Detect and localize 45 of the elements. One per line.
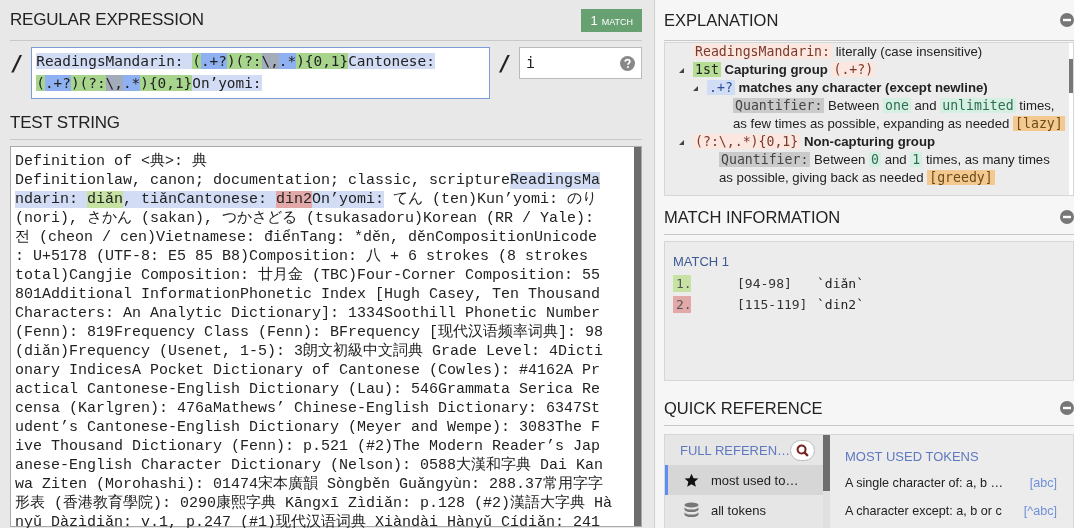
section-title: REGULAR EXPRESSION — [10, 10, 204, 30]
group-badge: 1st — [693, 62, 721, 77]
quantifier-description: Quantifier: Between 0 and 1 times, as many times as possible, giving back as needed [greedy] — [719, 151, 1051, 187]
tokens-title: MOST USED TOKENS — [845, 447, 980, 466]
token-code: [abc] — [1029, 476, 1057, 490]
explanation-title: Capturing group — [724, 62, 828, 77]
section-title: TEST STRING — [10, 113, 120, 133]
group-value: `diǎn` — [817, 276, 864, 291]
flags-field[interactable]: i — [518, 47, 642, 79]
category-item[interactable]: most used to… — [665, 465, 823, 495]
collapse-icon[interactable] — [1060, 13, 1074, 27]
group-range: [115-119] — [737, 297, 809, 312]
search-button[interactable] — [790, 439, 815, 461]
collapse-icon[interactable] — [1060, 210, 1074, 224]
delimiter: / — [497, 51, 511, 76]
delimiter: / — [10, 51, 24, 76]
section-title: MATCH INFORMATION — [664, 207, 841, 227]
quantifier-description: Quantifier: Between one and unlimited times, as few times as possible, expanding as needed [lazy] — [733, 97, 1065, 133]
token-description: A character except: a, b or c — [845, 504, 1002, 518]
group-index: 1. — [673, 275, 691, 292]
star-icon — [684, 472, 699, 488]
help-icon[interactable] — [620, 55, 635, 71]
scrollbar[interactable] — [1069, 59, 1073, 93]
regex-token: .+? — [707, 80, 735, 95]
regex-token: ReadingsMandarin: — [693, 44, 832, 59]
token-code: [^abc] — [1023, 504, 1057, 518]
scrollbar[interactable] — [823, 435, 830, 491]
match-title: MATCH 1 — [673, 254, 731, 269]
regex-field[interactable]: ReadingsMandarin: (.+?)(?:\,.*){0,1}Cantonese: (.+?)(?:\,.*){0,1}On’yomi: — [31, 47, 490, 99]
explanation-text: literally (case insensitive) — [835, 44, 983, 59]
group-value: `din2` — [817, 297, 864, 312]
explanation-title: Non-capturing group — [803, 134, 935, 149]
section-title: QUICK REFERENCE — [664, 398, 823, 418]
search-icon — [796, 443, 809, 457]
section-title: EXPLANATION — [664, 10, 779, 30]
explanation-title: matches any character (except newline) — [738, 80, 988, 95]
group-index: 2. — [673, 296, 691, 313]
token-description: A single character of: a, b … — [845, 476, 1004, 490]
match-count-badge: 1 MATCH — [581, 8, 642, 32]
regex-token: (?:\,.*){0,1} — [693, 134, 801, 149]
regex-token: (.+?) — [831, 62, 876, 77]
group-range: [94-98] — [737, 276, 793, 291]
database-icon — [684, 502, 699, 518]
category-item[interactable]: all tokens — [665, 495, 823, 525]
collapse-icon[interactable] — [1060, 401, 1074, 415]
